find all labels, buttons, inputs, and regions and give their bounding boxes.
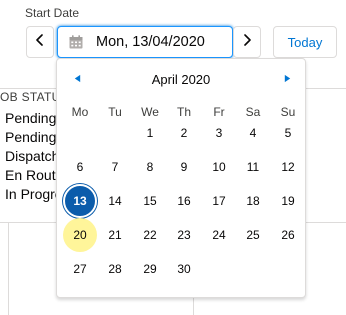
date-input[interactable]: Mon, 13/04/2020 [57,26,233,58]
status-cell: In Progre [5,186,63,202]
calendar-day[interactable]: 12 [271,150,305,184]
calendar-day[interactable]: 14 [98,184,132,218]
calendar-day[interactable]: 29 [133,252,167,286]
calendar-day[interactable]: 6 [63,150,97,184]
calendar-day[interactable]: 7 [98,150,132,184]
chevron-left-icon [34,33,46,51]
next-month-button[interactable] [280,72,294,86]
calendar-day[interactable]: 9 [167,150,201,184]
calendar-day[interactable]: 4 [236,116,270,150]
calendar-day[interactable]: 30 [167,252,201,286]
calendar-day[interactable]: 27 [63,252,97,286]
calendar-day[interactable]: 21 [98,218,132,252]
calendar-day[interactable]: 17 [202,184,236,218]
status-cell: Dispatch [5,148,60,164]
calendar-day[interactable]: 1 [133,116,167,150]
calendar-popover: April 2020 Mo Tu We Th Fr Sa Su 1 2 3 4 5 6 7 8 9 10 11 1… [56,58,306,298]
start-date-label: Start Date [25,6,80,20]
month-header: April 2020 [57,59,305,97]
chevron-right-icon [241,33,253,51]
previous-day-button[interactable] [26,26,54,58]
calendar-icon [68,34,84,50]
date-input-value: Mon, 13/04/2020 [96,34,205,50]
calendar-day[interactable]: 25 [236,218,270,252]
calendar-day[interactable]: 11 [236,150,270,184]
weekday-label: Mo [71,105,89,119]
status-cell: Pending [5,110,57,126]
triangle-right-icon [283,70,292,88]
weekday-label: Tu [108,105,122,119]
calendar-day[interactable]: 24 [202,218,236,252]
calendar-day[interactable]: 16 [167,184,201,218]
calendar-day[interactable]: 18 [236,184,270,218]
next-day-button[interactable] [233,26,261,58]
calendar-day[interactable]: 8 [133,150,167,184]
calendar-day[interactable]: 28 [98,252,132,286]
calendar-day[interactable]: 23 [167,218,201,252]
calendar-day[interactable]: 10 [202,150,236,184]
calendar-day[interactable]: 15 [133,184,167,218]
status-cell: En Route [5,167,64,183]
calendar-day[interactable]: 22 [133,218,167,252]
status-cell: Pending [5,129,57,145]
calendar-day[interactable]: 26 [271,218,305,252]
calendar-day[interactable]: 19 [271,184,305,218]
calendar-day[interactable]: 5 [271,116,305,150]
calendar-day-selected[interactable]: 13 [63,184,97,218]
calendar-day[interactable]: 3 [202,116,236,150]
calendar-day-today[interactable]: 20 [63,218,97,252]
column-divider [8,222,9,315]
month-title: April 2020 [151,72,211,87]
today-button[interactable]: Today [273,26,337,58]
calendar-day[interactable]: 2 [167,116,201,150]
